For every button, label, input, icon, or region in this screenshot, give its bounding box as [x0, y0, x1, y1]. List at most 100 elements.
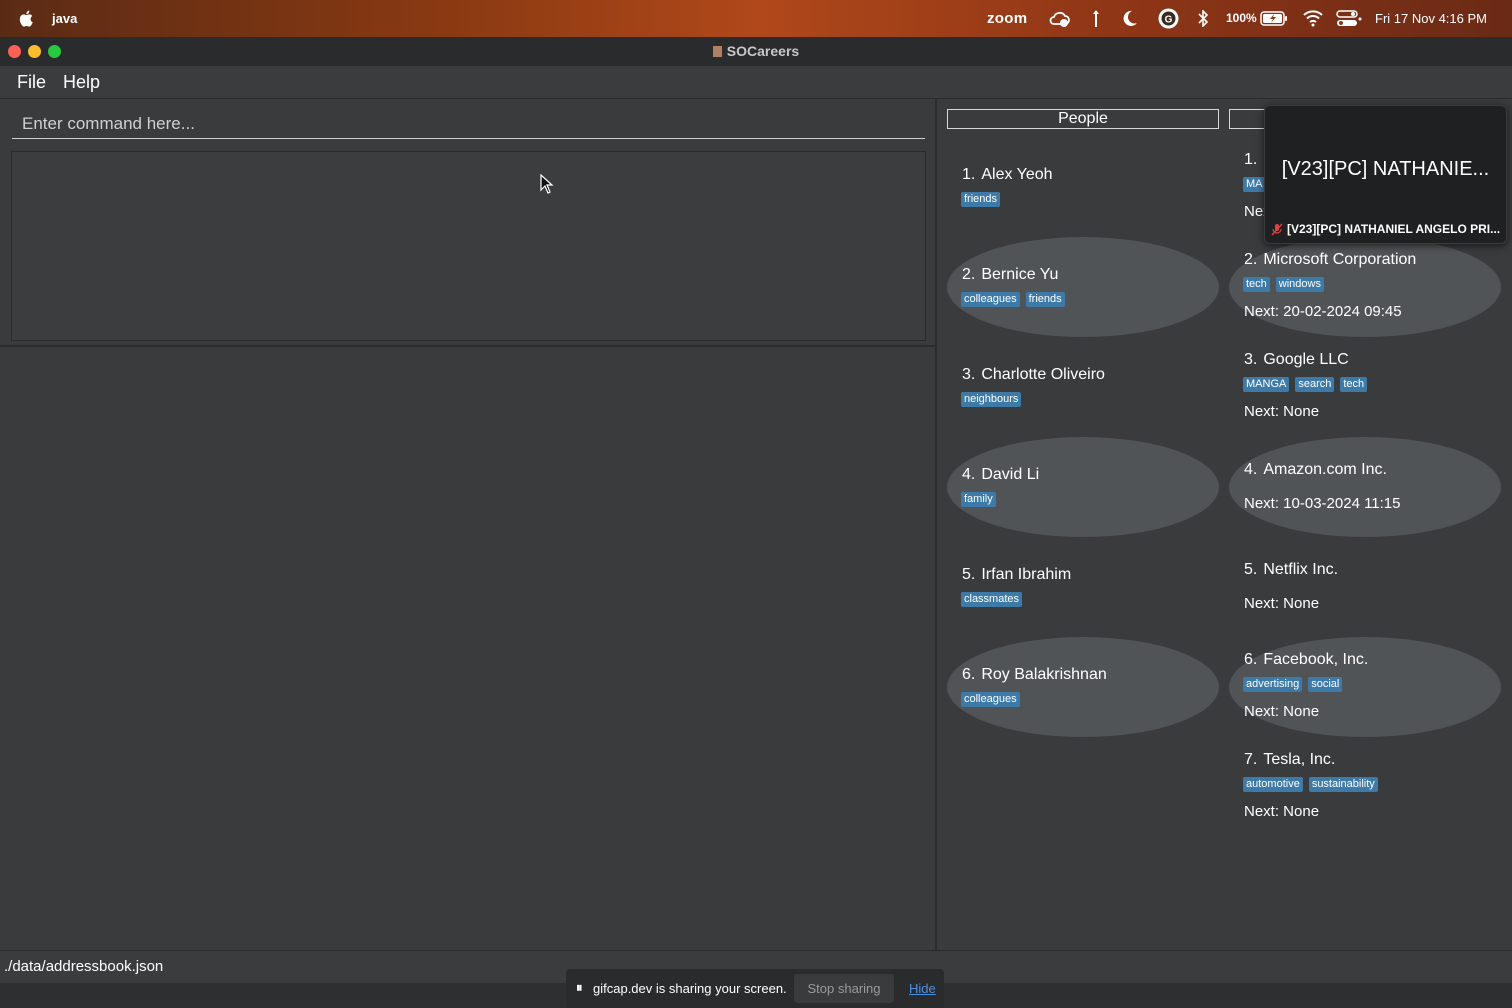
result-display	[11, 151, 926, 341]
company-card[interactable]: 4. Amazon.com Inc. Next: 10-03-2024 11:15	[1229, 437, 1501, 537]
person-card[interactable]: 3. Charlotte Oliveiro neighbours	[947, 337, 1219, 437]
company-card[interactable]: 6. Facebook, Inc. advertising social Next: N…	[1229, 637, 1501, 737]
company-index: 6.	[1244, 651, 1258, 668]
system-menubar: java zoom G 100% Fri 17 Nov 4:16 PM	[0, 0, 1512, 37]
tag-label: tech	[1340, 377, 1368, 392]
person-index: 1.	[962, 166, 976, 183]
person-index: 2.	[962, 266, 976, 283]
person-tags: colleagues	[961, 692, 1020, 707]
company-next-meeting: Next: 10-03-2024 11:15	[1244, 495, 1401, 512]
company-name-row: 1.	[1244, 151, 1263, 169]
company-name: Microsoft Corporation	[1263, 251, 1417, 268]
wifi-icon[interactable]	[1303, 9, 1323, 27]
menu-help[interactable]: Help	[63, 66, 100, 98]
company-name: Amazon.com Inc.	[1263, 461, 1387, 478]
person-card[interactable]: 6. Roy Balakrishnan colleagues	[947, 637, 1219, 737]
active-app-name[interactable]: java	[52, 0, 77, 37]
muted-mic-icon	[1271, 223, 1283, 235]
person-card[interactable]: 5. Irfan Ibrahim classmates	[947, 537, 1219, 637]
person-name-row: 3. Charlotte Oliveiro	[962, 366, 1105, 384]
sharing-message: gifcap.dev is sharing your screen.	[593, 981, 787, 996]
company-next-meeting: Next: None	[1244, 803, 1320, 820]
window-titlebar[interactable]: SOCareers	[0, 37, 1512, 67]
save-location: ./data/addressbook.json	[4, 958, 164, 975]
battery-percent[interactable]: 100%	[1226, 0, 1257, 37]
tag-label: windows	[1275, 277, 1324, 292]
company-next-meeting: Next: None	[1244, 595, 1320, 612]
person-name-row: 6. Roy Balakrishnan	[962, 666, 1107, 684]
company-name: Netflix Inc.	[1263, 561, 1339, 578]
command-input[interactable]	[12, 109, 925, 139]
tag-label: friends	[961, 192, 1001, 207]
bluetooth-icon[interactable]	[1197, 10, 1209, 27]
company-card[interactable]: 7. Tesla, Inc. automotive sustainability Nex…	[1229, 737, 1501, 837]
company-name-row: 7. Tesla, Inc.	[1244, 751, 1335, 769]
person-name: Irfan Ibrahim	[981, 566, 1072, 583]
person-name: Roy Balakrishnan	[981, 666, 1107, 683]
tag-label: MA	[1243, 177, 1266, 192]
person-index: 4.	[962, 466, 976, 483]
window-title: SOCareers	[726, 43, 800, 59]
apple-icon[interactable]	[18, 10, 34, 27]
focus-moon-icon[interactable]	[1122, 10, 1138, 27]
tag-label: sustainability	[1308, 777, 1378, 792]
company-index: 3.	[1244, 351, 1258, 368]
person-name: Bernice Yu	[981, 266, 1059, 283]
company-name: Facebook, Inc.	[1263, 651, 1369, 668]
company-name: Tesla, Inc.	[1263, 751, 1336, 768]
company-next-meeting: Next: 20-02-2024 09:45	[1244, 303, 1402, 320]
tag-label: friends	[1025, 292, 1065, 307]
tag-label: social	[1308, 677, 1343, 692]
zoom-menu-label[interactable]: zoom	[987, 0, 1027, 37]
person-card[interactable]: 2. Bernice Yu colleagues friends	[947, 237, 1219, 337]
person-card[interactable]: 4. David Li family	[947, 437, 1219, 537]
company-name-row: 2. Microsoft Corporation	[1244, 251, 1416, 269]
panel-divider	[0, 345, 935, 347]
company-card[interactable]: 5. Netflix Inc. Next: None	[1229, 537, 1501, 637]
person-card[interactable]: 1. Alex Yeoh friends	[947, 137, 1219, 237]
person-index: 6.	[962, 666, 976, 683]
zoom-participant-title: [V23][PC] NATHANIE...	[1281, 158, 1490, 180]
menu-file[interactable]: File	[17, 66, 46, 98]
battery-icon[interactable]	[1260, 11, 1288, 26]
app-document-icon	[712, 46, 722, 57]
cloud-upload-icon[interactable]	[1049, 9, 1071, 29]
stop-sharing-button[interactable]: Stop sharing	[794, 974, 894, 1003]
pause-icon[interactable]: ⏸	[576, 980, 583, 996]
app-window: SOCareers File Help People 1. Alex Yeoh fr…	[0, 37, 1512, 1008]
person-index: 3.	[962, 366, 976, 383]
tag-label: MANGA	[1243, 377, 1290, 392]
company-tags: automotive sustainability	[1243, 777, 1378, 792]
company-index: 7.	[1244, 751, 1258, 768]
hide-sharing-button[interactable]: Hide	[909, 981, 936, 996]
person-index: 5.	[962, 566, 976, 583]
zoom-participant-name: [V23][PC] NATHANIEL ANGELO PRI...	[1287, 222, 1501, 236]
company-name-row: 3. Google LLC	[1244, 351, 1349, 369]
tag-label: neighbours	[961, 392, 1022, 407]
person-tags: neighbours	[961, 392, 1022, 407]
company-card[interactable]: 3. Google LLC MANGA search tech Next: None	[1229, 337, 1501, 437]
person-name: David Li	[981, 466, 1040, 483]
tag-label: advertising	[1243, 677, 1303, 692]
usb-icon[interactable]	[1091, 10, 1101, 27]
tag-label: family	[961, 492, 996, 507]
company-card[interactable]: 2. Microsoft Corporation tech windows Next: …	[1229, 237, 1501, 337]
grammarly-icon[interactable]: G	[1158, 8, 1179, 29]
split-pane-divider[interactable]	[935, 98, 937, 958]
companies-header	[1229, 109, 1269, 129]
company-name: Google LLC	[1263, 351, 1349, 368]
company-next-meeting: Next: None	[1244, 703, 1320, 720]
mouse-cursor-icon	[540, 174, 554, 194]
company-index: 2.	[1244, 251, 1258, 268]
person-name-row: 4. David Li	[962, 466, 1039, 484]
zoom-participant-tile[interactable]: [V23][PC] NATHANIE... [V23][PC] NATHANIE…	[1264, 105, 1507, 244]
app-menubar: File Help	[0, 66, 1512, 99]
menubar-clock[interactable]: Fri 17 Nov 4:16 PM	[1375, 0, 1487, 37]
company-tags: MANGA search tech	[1243, 377, 1368, 392]
control-center-icon[interactable]	[1336, 10, 1362, 27]
company-index: 4.	[1244, 461, 1258, 478]
tag-label: colleagues	[961, 692, 1020, 707]
company-tags: MA	[1243, 177, 1266, 192]
person-tags: friends	[961, 192, 1001, 207]
person-tags: classmates	[961, 592, 1023, 607]
